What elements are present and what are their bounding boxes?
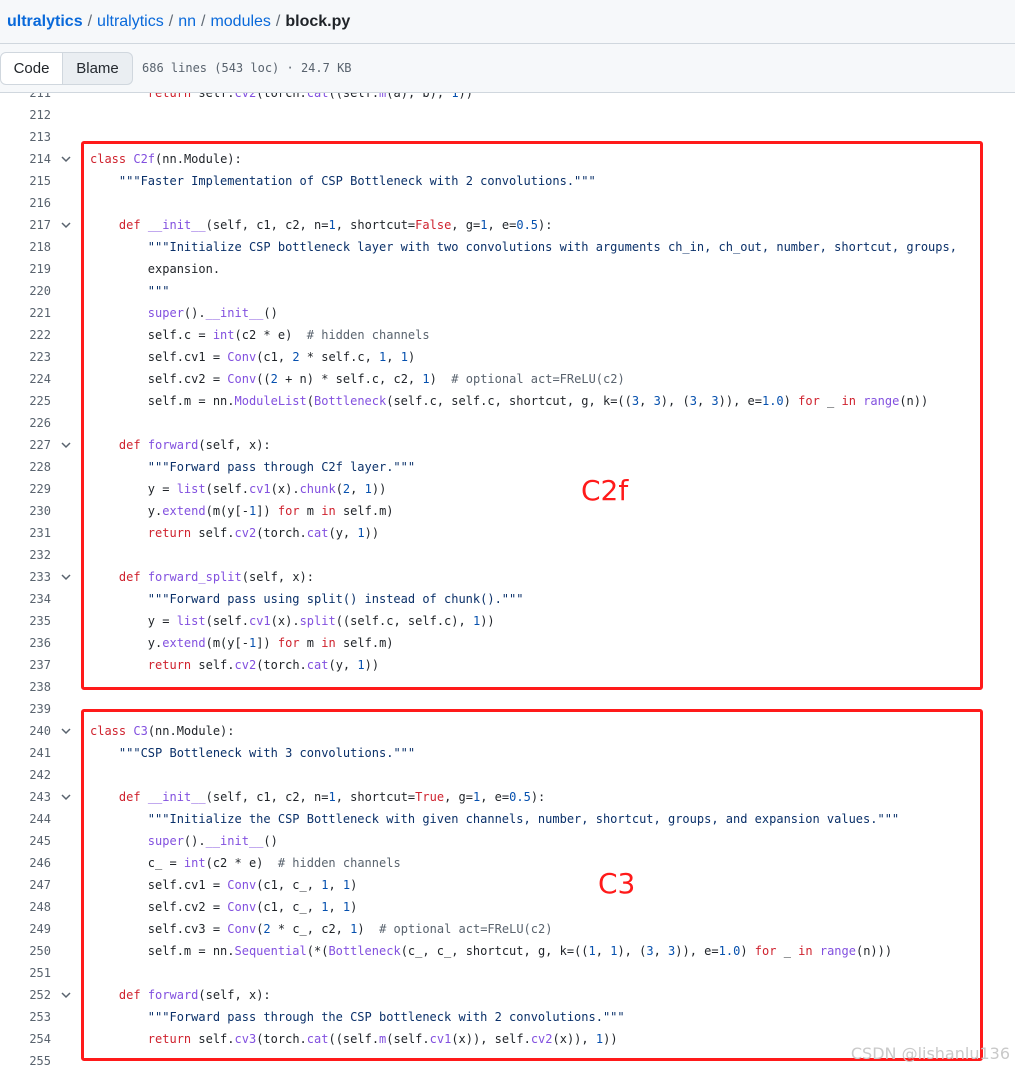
fold-chevron-icon[interactable] <box>61 220 71 230</box>
line-number[interactable]: 224 <box>0 368 51 390</box>
line-number[interactable]: 252 <box>0 984 51 1006</box>
breadcrumb-link-repo[interactable]: ultralytics <box>7 13 83 31</box>
line-number[interactable]: 250 <box>0 940 51 962</box>
line-number[interactable]: 214 <box>0 148 51 170</box>
breadcrumb-link-nn[interactable]: nn <box>178 13 196 31</box>
line-number[interactable]: 251 <box>0 962 51 984</box>
line-number[interactable]: 247 <box>0 874 51 896</box>
line-number[interactable]: 212 <box>0 104 51 126</box>
c3-annotation-box <box>81 709 983 1061</box>
line-number[interactable]: 238 <box>0 676 51 698</box>
line-number[interactable]: 235 <box>0 610 51 632</box>
line-number[interactable]: 249 <box>0 918 51 940</box>
line-number[interactable]: 240 <box>0 720 51 742</box>
file-meta: 686 lines (543 loc) · 24.7 KB <box>142 61 352 75</box>
line-number[interactable]: 226 <box>0 412 51 434</box>
line-number[interactable]: 216 <box>0 192 51 214</box>
line-number[interactable]: 213 <box>0 126 51 148</box>
line-number[interactable]: 245 <box>0 830 51 852</box>
line-number[interactable]: 232 <box>0 544 51 566</box>
fold-chevron-icon[interactable] <box>61 726 71 736</box>
c3-annotation-label: C3 <box>598 867 636 900</box>
line-number[interactable]: 253 <box>0 1006 51 1028</box>
line-number[interactable]: 237 <box>0 654 51 676</box>
line-number[interactable]: 218 <box>0 236 51 258</box>
line-number[interactable]: 248 <box>0 896 51 918</box>
file-toolbar: Code Blame 686 lines (543 loc) · 24.7 KB <box>0 44 1015 93</box>
line-number[interactable]: 220 <box>0 280 51 302</box>
blame-view-button[interactable]: Blame <box>63 52 133 85</box>
breadcrumb-separator: / <box>87 12 93 30</box>
line-number[interactable]: 227 <box>0 434 51 456</box>
code-line: 212 <box>0 104 1015 126</box>
line-number[interactable]: 222 <box>0 324 51 346</box>
fold-chevron-icon[interactable] <box>61 440 71 450</box>
breadcrumb: ultralytics / ultralytics / nn / modules… <box>0 0 1015 44</box>
code-line: 211 return self.cv2(torch.cat((self.m(a)… <box>0 93 1015 104</box>
line-number[interactable]: 243 <box>0 786 51 808</box>
line-number[interactable]: 233 <box>0 566 51 588</box>
line-number[interactable]: 223 <box>0 346 51 368</box>
line-number[interactable]: 229 <box>0 478 51 500</box>
fold-chevron-icon[interactable] <box>61 990 71 1000</box>
line-number[interactable]: 219 <box>0 258 51 280</box>
line-number[interactable]: 211 <box>0 93 51 104</box>
line-number[interactable]: 255 <box>0 1050 51 1072</box>
line-number[interactable]: 254 <box>0 1028 51 1050</box>
line-number[interactable]: 244 <box>0 808 51 830</box>
line-number[interactable]: 242 <box>0 764 51 786</box>
code-text: return self.cv2(torch.cat((self.m(a), b)… <box>147 93 473 100</box>
line-number[interactable]: 230 <box>0 500 51 522</box>
breadcrumb-link-package[interactable]: ultralytics <box>97 13 164 31</box>
view-toggle: Code Blame <box>0 52 133 85</box>
fold-chevron-icon[interactable] <box>61 154 71 164</box>
line-number[interactable]: 234 <box>0 588 51 610</box>
breadcrumb-separator: / <box>168 12 174 30</box>
breadcrumb-separator: / <box>275 12 281 30</box>
fold-chevron-icon[interactable] <box>61 792 71 802</box>
line-number[interactable]: 221 <box>0 302 51 324</box>
line-number[interactable]: 228 <box>0 456 51 478</box>
line-number[interactable]: 236 <box>0 632 51 654</box>
line-number[interactable]: 215 <box>0 170 51 192</box>
c2f-annotation-box <box>81 141 983 690</box>
c2f-annotation-label: C2f <box>581 474 629 507</box>
fold-chevron-icon[interactable] <box>61 572 71 582</box>
line-number[interactable]: 239 <box>0 698 51 720</box>
line-number[interactable]: 217 <box>0 214 51 236</box>
line-number[interactable]: 231 <box>0 522 51 544</box>
breadcrumb-current-file: block.py <box>285 12 351 30</box>
code-view-button[interactable]: Code <box>0 52 63 85</box>
line-number[interactable]: 246 <box>0 852 51 874</box>
watermark: CSDN @lishanlu136 <box>850 1044 1010 1063</box>
line-number[interactable]: 225 <box>0 390 51 412</box>
line-number[interactable]: 241 <box>0 742 51 764</box>
breadcrumb-link-modules[interactable]: modules <box>210 13 270 31</box>
breadcrumb-separator: / <box>200 12 206 30</box>
